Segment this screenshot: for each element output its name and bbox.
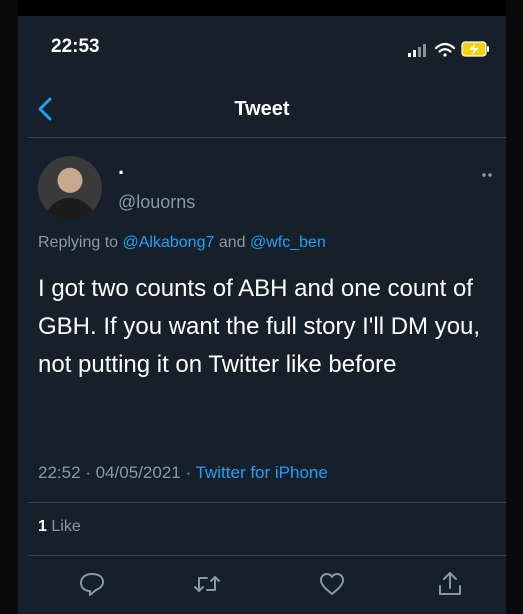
replying-and: and: [218, 234, 246, 251]
more-options-button[interactable]: [474, 168, 498, 180]
status-icons: [404, 38, 494, 60]
nav-bar: Tweet: [18, 88, 506, 132]
retweet-icon: [194, 576, 220, 592]
page-title: Tweet: [234, 98, 290, 120]
avatar-body: [44, 198, 96, 220]
status-time: 22:53: [51, 36, 100, 57]
phone-screen: 22:53 Tweet · @louorns Replying to @Alka…: [18, 0, 506, 614]
display-name[interactable]: ·: [118, 160, 125, 186]
like-button[interactable]: [318, 570, 346, 598]
more-dots-icon: [482, 173, 492, 177]
replying-prefix: Replying to: [38, 234, 119, 251]
tweet-meta: 22:52 · 04/05/2021 · Twitter for iPhone: [38, 463, 328, 483]
share-icon: [439, 572, 461, 595]
signal-icon: [408, 44, 426, 57]
retweet-button[interactable]: [193, 570, 221, 598]
nav-divider: [28, 137, 506, 138]
status-bar: 22:53: [18, 26, 506, 66]
share-button[interactable]: [436, 570, 464, 598]
mention-link[interactable]: @Alkabong7: [123, 234, 215, 251]
user-handle[interactable]: @louorns: [118, 192, 195, 213]
avatar[interactable]: [38, 156, 102, 220]
top-black-bar: [18, 0, 506, 16]
reply-button[interactable]: [78, 570, 106, 598]
heart-icon: [320, 573, 344, 595]
like-count-label: Like: [51, 518, 81, 535]
action-bar: [18, 564, 506, 604]
tweet-text: I got two counts of ABH and one count of…: [38, 275, 481, 378]
replying-to: Replying to @Alkabong7 and @wfc_ben: [38, 234, 326, 252]
likes-count[interactable]: 1 Like: [38, 518, 81, 536]
tweet-timestamp: 22:52 · 04/05/2021 ·: [38, 463, 192, 482]
reply-icon: [80, 573, 104, 596]
like-count-number: 1: [38, 518, 47, 535]
mention-link[interactable]: @wfc_ben: [250, 234, 326, 251]
meta-divider: [28, 502, 506, 503]
tweet-source-link[interactable]: Twitter for iPhone: [196, 463, 328, 482]
likes-divider: [28, 555, 506, 556]
battery-charging-icon: [461, 41, 489, 57]
wifi-icon: [434, 42, 456, 57]
